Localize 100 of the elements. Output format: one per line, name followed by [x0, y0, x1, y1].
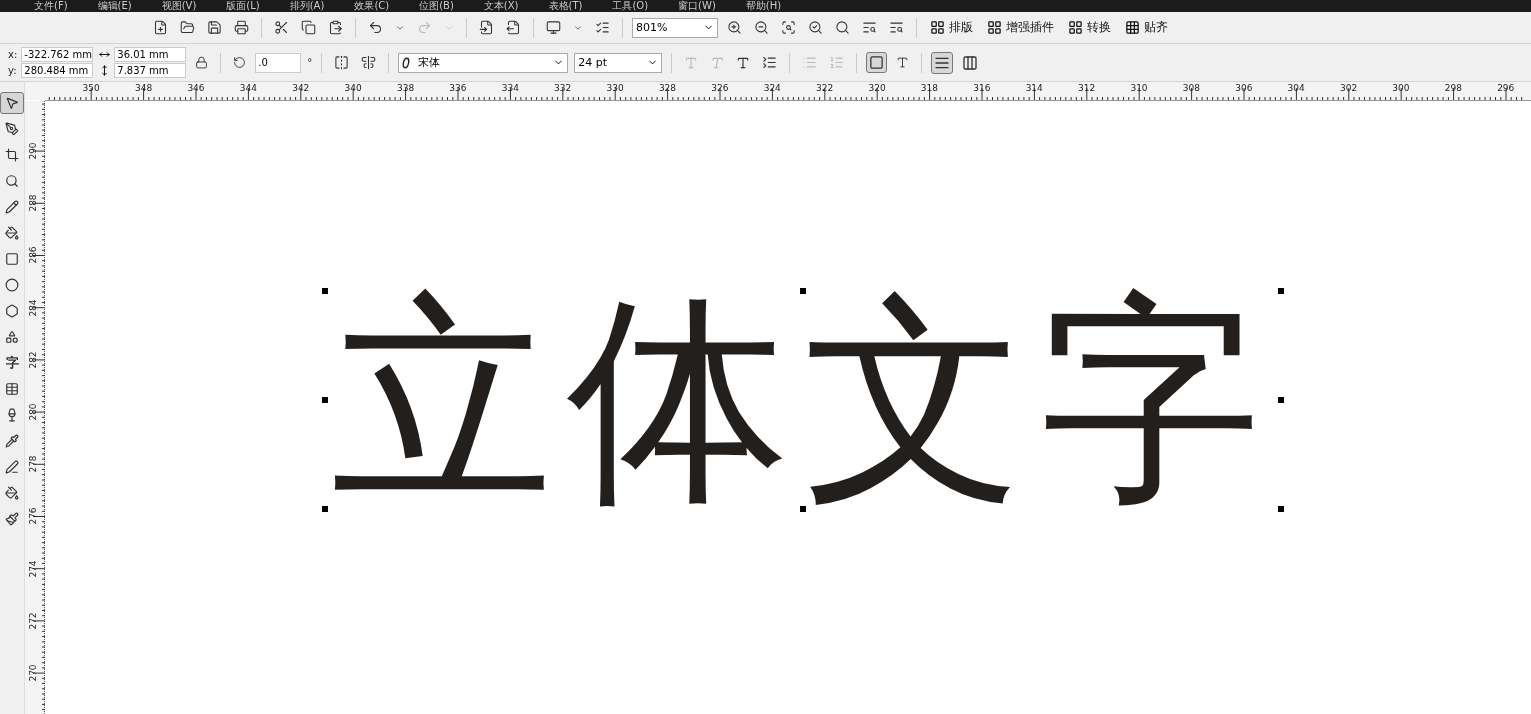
- grid-icon: [1125, 20, 1140, 35]
- selection-handle[interactable]: [1278, 397, 1284, 403]
- ruler-label: 286: [27, 246, 38, 265]
- goblet-icon: [5, 408, 19, 422]
- paint-bucket-icon: [5, 226, 19, 240]
- text-frame-icon[interactable]: [866, 52, 888, 73]
- menu-item[interactable]: 文件(F): [34, 0, 68, 12]
- ruler-label: 290: [27, 142, 38, 160]
- selection-handle[interactable]: [800, 288, 806, 294]
- menu-item[interactable]: 排列(A): [289, 0, 325, 12]
- layout-icon: [930, 20, 945, 35]
- zoom-icon: [5, 174, 19, 188]
- ruler-label: 322: [815, 82, 835, 95]
- ruler-label: 296: [1496, 82, 1516, 95]
- font-dropdown[interactable]: 宋体: [398, 52, 569, 73]
- menu-item[interactable]: 工具(O): [612, 0, 649, 12]
- horizontal-text-icon[interactable]: [931, 51, 954, 74]
- ruler-label: 312: [1077, 82, 1097, 95]
- pen-icon: [5, 460, 19, 474]
- pointer-icon: [5, 96, 19, 110]
- width-icon: [99, 49, 111, 60]
- selection-handle[interactable]: [1278, 506, 1284, 512]
- ruler-label: 302: [1338, 82, 1359, 95]
- menu-item[interactable]: 版面(L): [226, 0, 260, 12]
- menu-item[interactable]: 表格(T): [548, 0, 583, 12]
- ruler-label: 276: [27, 507, 38, 525]
- ruler-label: 274: [27, 560, 38, 578]
- ruler-label: 306: [1234, 82, 1254, 95]
- menu-item[interactable]: 效果(C): [354, 0, 390, 12]
- toolbar-menu-button[interactable]: 排版: [926, 17, 977, 38]
- pencil-icon: [5, 200, 19, 214]
- ruler-label: 304: [1286, 82, 1306, 95]
- zoom-level-dropdown[interactable]: 801%: [632, 17, 718, 38]
- ruler-label: 272: [27, 612, 38, 630]
- menu-item[interactable]: 编辑(E): [97, 0, 132, 12]
- menu-item[interactable]: 窗口(W): [678, 0, 716, 12]
- selection-handle[interactable]: [1278, 288, 1284, 294]
- ruler-label: 270: [27, 664, 38, 682]
- brush-icon: [5, 512, 19, 526]
- table-icon: [5, 382, 19, 396]
- ruler-label: 334: [500, 82, 520, 95]
- x-label: x:: [8, 49, 18, 60]
- ruler-label: 280: [27, 403, 38, 421]
- menu-item[interactable]: 帮助(H): [745, 0, 782, 12]
- selection-handle[interactable]: [322, 397, 328, 403]
- ruler-label: 338: [395, 82, 416, 95]
- ruler-label: 342: [291, 82, 311, 95]
- rectangle-icon: [5, 252, 19, 266]
- font-size-dropdown[interactable]: 24 pt: [574, 52, 663, 73]
- text-tool[interactable]: 字: [0, 352, 24, 374]
- ruler-label: 332: [553, 82, 573, 95]
- ellipse-icon: [5, 278, 19, 292]
- layout-icon: [987, 20, 1002, 35]
- ruler-label: 348: [134, 82, 154, 95]
- ruler-label: 350: [81, 82, 101, 95]
- rotation-field[interactable]: .0: [255, 52, 302, 73]
- selection-handle[interactable]: [322, 506, 328, 512]
- y-position-field[interactable]: 280.484 mm: [21, 63, 94, 78]
- ruler-label: 346: [186, 82, 206, 95]
- toolbar-menu-button[interactable]: 贴齐: [1121, 17, 1172, 38]
- ruler-label: 344: [238, 82, 258, 95]
- font-type-icon: [402, 56, 411, 69]
- crop-icon: [5, 148, 19, 162]
- layout-icon: [1068, 20, 1083, 35]
- ruler-label: 314: [1024, 82, 1044, 95]
- artwork-text[interactable]: 立体文字: [331, 288, 1275, 511]
- tool-button[interactable]: [0, 92, 24, 114]
- ruler-label: 320: [867, 82, 887, 95]
- selection-handle[interactable]: [322, 288, 328, 294]
- ruler-label: 326: [710, 82, 730, 95]
- menu-item[interactable]: 视图(V): [161, 0, 197, 12]
- height-field[interactable]: 7.837 mm: [114, 63, 187, 78]
- ruler-label: 324: [762, 82, 782, 95]
- selection-handle[interactable]: [800, 506, 806, 512]
- toolbar-menu-button[interactable]: 增强插件: [983, 17, 1058, 38]
- width-field[interactable]: 36.01 mm: [114, 47, 187, 62]
- degree-sign: °: [307, 57, 313, 68]
- toolbar-menu-button[interactable]: 转换: [1064, 17, 1115, 38]
- ruler-label: 300: [1391, 82, 1411, 95]
- ruler-label: 288: [27, 194, 38, 212]
- ruler-label: 318: [919, 82, 940, 95]
- pen-nib-icon: [5, 122, 19, 136]
- ruler-label: 284: [27, 299, 38, 317]
- ruler-label: 298: [1443, 82, 1463, 95]
- x-position-field[interactable]: -322.762 mm: [21, 47, 94, 62]
- ruler-label: 282: [27, 351, 38, 369]
- y-label: y:: [8, 65, 18, 76]
- paint-bucket-icon: [5, 486, 19, 500]
- shapes-icon: [5, 330, 19, 344]
- hexagon-icon: [5, 304, 19, 318]
- menu-item[interactable]: 位图(B): [419, 0, 454, 12]
- ruler-label: 330: [605, 82, 625, 95]
- ruler-label: 308: [1181, 82, 1201, 95]
- ruler-label: 310: [1129, 82, 1149, 95]
- ruler-label: 278: [27, 455, 38, 473]
- ruler-label: 316: [972, 82, 992, 95]
- eyedropper-icon: [5, 434, 19, 448]
- ruler-label: 328: [657, 82, 678, 95]
- menu-item[interactable]: 文本(X): [483, 0, 519, 12]
- ruler-label: 336: [448, 82, 468, 95]
